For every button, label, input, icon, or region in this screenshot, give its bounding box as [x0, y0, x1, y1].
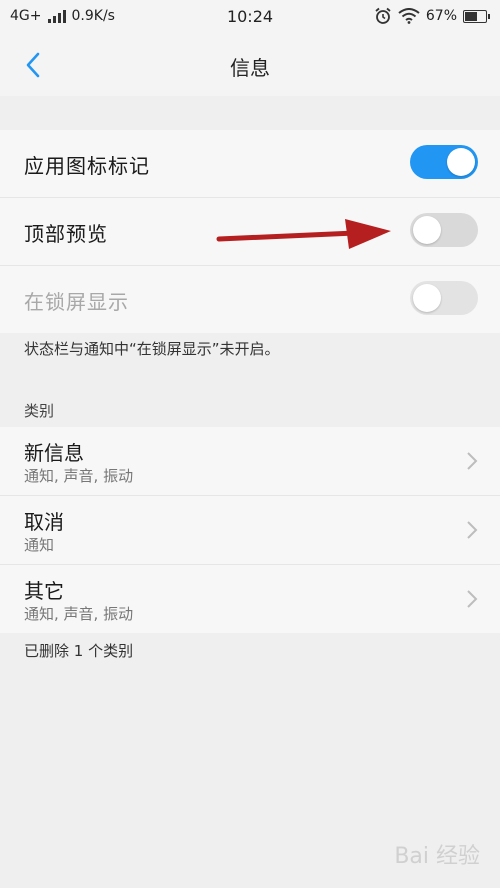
status-bar: 4G+ 0.9K/s 10:24 67% — [0, 0, 500, 34]
page-title: 信息 — [230, 56, 270, 80]
chevron-right-icon — [467, 452, 478, 470]
category-item[interactable]: 新信息 通知, 声音, 振动 — [0, 427, 500, 496]
category-title: 其它 — [24, 579, 64, 603]
battery-percent: 67% — [425, 8, 457, 24]
toggle-knob — [447, 148, 475, 176]
category-item[interactable]: 取消 通知 — [0, 496, 500, 565]
chevron-right-icon — [467, 521, 478, 539]
top-preview-toggle[interactable] — [410, 213, 478, 247]
watermark-logo: Bai 经验 — [394, 844, 480, 869]
toggle-row-app-badge: 应用图标标记 — [0, 130, 500, 198]
lockscreen-toggle[interactable] — [410, 281, 478, 315]
categories-group: 新信息 通知, 声音, 振动 取消 通知 其它 通知, 声音, 振动 — [0, 427, 500, 633]
battery-icon — [463, 9, 490, 23]
alarm-icon — [375, 7, 391, 24]
toggle-label: 在锁屏显示 — [24, 290, 129, 314]
status-right: 67% — [374, 7, 490, 25]
chevron-right-icon — [467, 590, 478, 608]
toggle-knob — [413, 284, 441, 312]
toggle-label: 应用图标标记 — [24, 154, 150, 178]
wifi-icon — [398, 8, 420, 24]
category-item[interactable]: 其它 通知, 声音, 振动 — [0, 565, 500, 633]
category-subtitle: 通知 — [24, 536, 55, 554]
title-bar: 信息 — [0, 34, 500, 96]
toggle-knob — [413, 216, 441, 244]
category-title: 新信息 — [24, 441, 84, 465]
category-subtitle: 通知, 声音, 振动 — [24, 467, 134, 485]
toggle-label: 顶部预览 — [24, 222, 108, 246]
category-title: 取消 — [24, 510, 64, 534]
deleted-categories-note: 已删除 1 个类别 — [24, 642, 134, 660]
categories-header: 类别 — [24, 402, 55, 420]
category-subtitle: 通知, 声音, 振动 — [24, 605, 134, 623]
toggle-row-lockscreen: 在锁屏显示 — [0, 266, 500, 333]
app-badge-toggle[interactable] — [410, 145, 478, 179]
annotation-arrow-icon — [216, 219, 391, 249]
lockscreen-note: 状态栏与通知中“在锁屏显示”未开启。 — [24, 340, 280, 358]
